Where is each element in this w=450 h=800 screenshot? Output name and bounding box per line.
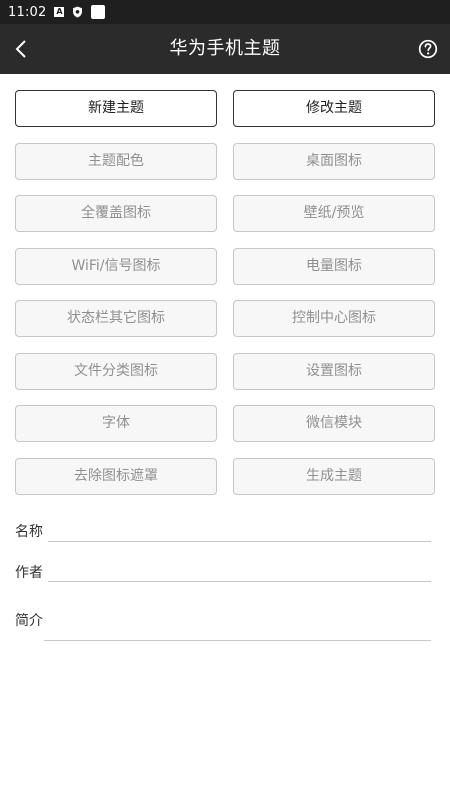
generate-theme-button[interactable]: 生成主题 <box>233 458 435 495</box>
edit-theme-button[interactable]: 修改主题 <box>233 90 435 127</box>
help-circle-icon[interactable] <box>418 39 438 59</box>
wifi-signal-icons-button[interactable]: WiFi/信号图标 <box>15 248 217 285</box>
font-button[interactable]: 字体 <box>15 405 217 442</box>
battery-icons-button[interactable]: 电量图标 <box>233 248 435 285</box>
intro-underline <box>44 640 431 641</box>
app-bar: 华为手机主题 <box>0 24 450 74</box>
author-field[interactable] <box>50 560 430 580</box>
control-center-icons-button[interactable]: 控制中心图标 <box>233 300 435 337</box>
author-label: 作者 <box>15 565 43 581</box>
name-label: 名称 <box>15 524 43 540</box>
remove-icon-mask-button[interactable]: 去除图标遮罩 <box>15 458 217 495</box>
settings-icons-button[interactable]: 设置图标 <box>233 353 435 390</box>
wallpaper-preview-button[interactable]: 壁纸/预览 <box>233 195 435 232</box>
status-bar: 11:02 A <box>0 0 450 24</box>
file-category-icons-button[interactable]: 文件分类图标 <box>15 353 217 390</box>
intro-label: 简介 <box>15 613 43 629</box>
name-field[interactable] <box>50 520 430 540</box>
new-theme-button[interactable]: 新建主题 <box>15 90 217 127</box>
status-time: 11:02 <box>8 4 47 20</box>
wechat-module-button[interactable]: 微信模块 <box>233 405 435 442</box>
intro-field[interactable] <box>50 610 430 634</box>
notification-a-icon: A <box>54 7 65 17</box>
name-underline <box>48 541 431 542</box>
full-cover-icons-button[interactable]: 全覆盖图标 <box>15 195 217 232</box>
shield-icon <box>72 6 83 18</box>
page-title: 华为手机主题 <box>169 38 281 59</box>
author-underline <box>48 581 431 582</box>
statusbar-other-icons-button[interactable]: 状态栏其它图标 <box>15 300 217 337</box>
theme-colors-button[interactable]: 主题配色 <box>15 143 217 180</box>
square-icon <box>91 5 106 19</box>
desktop-icons-button[interactable]: 桌面图标 <box>233 143 435 180</box>
